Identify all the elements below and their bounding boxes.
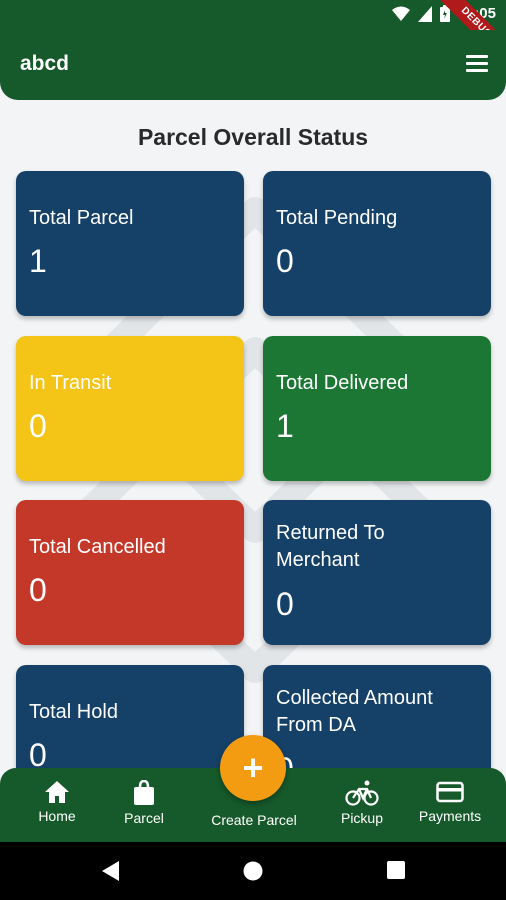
card-value: 1 (29, 243, 47, 279)
nav-label: Create Parcel (211, 812, 297, 828)
card-label: Collected Amount From DA (276, 687, 433, 736)
card-total-pending[interactable]: Total Pending 0 (263, 171, 491, 316)
card-label: Total Pending (276, 207, 398, 229)
signal-icon (417, 5, 432, 22)
card-total-delivered[interactable]: Total Delivered 1 (263, 336, 491, 481)
card-label: Returned To Merchant (276, 522, 385, 571)
card-returned-to-merchant[interactable]: Returned To Merchant 0 (263, 500, 491, 645)
card-label: Total Delivered (276, 372, 409, 394)
system-nav-bar (0, 842, 506, 900)
wifi-icon (391, 6, 410, 21)
recents-icon[interactable] (387, 861, 405, 879)
card-in-transit[interactable]: In Transit 0 (16, 336, 244, 481)
card-value: 0 (29, 572, 47, 608)
back-icon[interactable] (102, 861, 120, 881)
plus-icon: + (242, 747, 264, 788)
card-total-cancelled[interactable]: Total Cancelled 0 (16, 500, 244, 645)
home-circle-icon[interactable] (243, 861, 263, 881)
nav-label: Payments (418, 808, 482, 824)
hamburger-menu-icon[interactable] (466, 55, 488, 73)
app-title: abcd (20, 52, 70, 75)
card-total-parcel[interactable]: Total Parcel 1 (16, 171, 244, 316)
nav-label: Parcel (124, 810, 164, 826)
nav-label: Pickup (340, 810, 384, 826)
create-parcel-fab[interactable]: + (220, 735, 286, 801)
home-icon (45, 781, 69, 803)
card-label: Total Hold (29, 701, 118, 723)
app-bar: abcd (0, 30, 506, 100)
card-label: Total Parcel (29, 207, 134, 229)
nav-label: Home (38, 808, 76, 824)
card-value: 0 (276, 243, 294, 279)
page-title: Parcel Overall Status (137, 124, 369, 150)
nav-item-pickup[interactable]: Pickup (338, 780, 386, 826)
card-value: 0 (29, 408, 47, 444)
card-value: 0 (276, 586, 294, 622)
card-value: 1 (276, 408, 294, 444)
nav-item-payments[interactable]: Payments (416, 780, 484, 824)
nav-item-parcel[interactable]: Parcel (122, 780, 166, 826)
nav-item-create-parcel[interactable]: Create Parcel (206, 812, 302, 828)
status-bar: 10:05 DEBUG (0, 0, 506, 72)
credit-card-icon (436, 781, 464, 803)
bag-icon (134, 780, 154, 805)
card-label: In Transit (29, 372, 112, 394)
nav-item-home[interactable]: Home (36, 780, 78, 824)
bicycle-icon (345, 780, 379, 806)
card-label: Total Cancelled (29, 536, 166, 558)
